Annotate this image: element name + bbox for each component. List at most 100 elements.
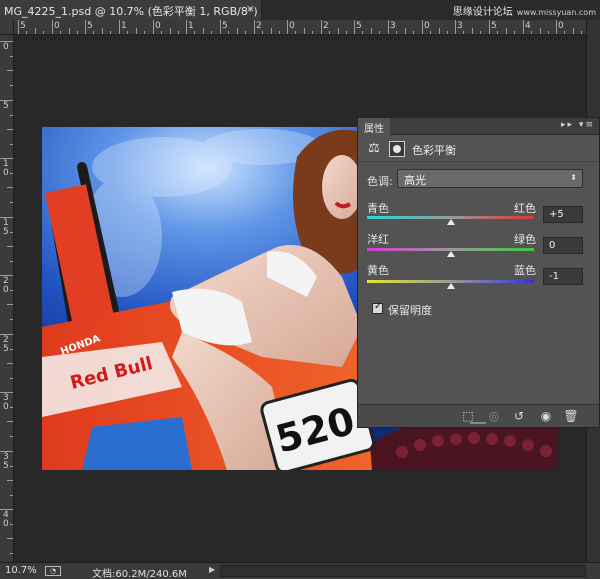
ruler-minor-tick <box>304 28 305 34</box>
ruler-tick <box>354 20 355 34</box>
ruler-minor-tick <box>10 349 13 350</box>
ruler-minor-tick <box>7 304 13 305</box>
ruler-tick <box>455 20 456 34</box>
slider-magenta-label: 洋红 <box>367 233 389 246</box>
ruler-label: 5 <box>356 21 362 31</box>
ruler-tick <box>523 20 524 34</box>
ruler-minor-tick <box>110 31 111 34</box>
ruler-minor-tick <box>10 56 13 57</box>
tab-properties[interactable]: 属性 <box>358 118 390 135</box>
ruler-minor-tick <box>10 202 13 203</box>
ruler-minor-tick <box>514 31 515 34</box>
ruler-label: 0 <box>558 21 564 31</box>
ruler-minor-tick <box>573 28 574 34</box>
ruler-minor-tick <box>127 31 128 34</box>
ruler-minor-tick <box>540 28 541 34</box>
visibility-icon[interactable]: ◉ <box>538 408 554 424</box>
ruler-minor-tick <box>262 31 263 34</box>
slider-green-label: 绿色 <box>514 233 536 246</box>
ruler-minor-tick <box>506 28 507 34</box>
ruler-minor-tick <box>480 31 481 34</box>
ruler-minor-tick <box>7 421 13 422</box>
ruler-minor-tick <box>144 31 145 34</box>
ruler-label: 0 <box>289 21 295 31</box>
ruler-minor-tick <box>10 85 13 86</box>
panel-header: 属性 ▸▸ ▾≡ <box>358 118 599 135</box>
cyan-red-value-input[interactable]: +5 <box>543 206 583 223</box>
document-tab[interactable]: MG_4225_1.psd @ 10.7% (色彩平衡 1, RGB/8*) *… <box>0 0 262 20</box>
reset-icon[interactable]: ↺ <box>511 408 527 424</box>
ruler-label: 15 <box>3 218 9 237</box>
ruler-left[interactable]: 0 5 10 15 20 25 30 35 40 <box>0 35 14 562</box>
ruler-label: 3 <box>390 21 396 31</box>
ruler-minor-tick <box>405 28 406 34</box>
tone-select[interactable]: 高光 ⬍ <box>397 169 583 188</box>
watermark-text: 思缘设计论坛 <box>452 7 513 18</box>
ruler-top[interactable]: 50510152025303540 <box>14 20 586 35</box>
ruler-label: 0 <box>424 21 430 31</box>
ruler-tick <box>388 20 389 34</box>
ruler-minor-tick <box>228 31 229 34</box>
yellow-blue-value-input[interactable]: -1 <box>543 268 583 285</box>
ruler-minor-tick <box>564 31 565 34</box>
ruler-label: 5 <box>491 21 497 31</box>
ruler-minor-tick <box>10 290 13 291</box>
ruler-minor-tick <box>10 466 13 467</box>
panel-resize-grip[interactable] <box>470 422 486 424</box>
slider-yellow-blue-thumb[interactable] <box>446 283 455 289</box>
ruler-minor-tick <box>35 28 36 34</box>
ruler-minor-tick <box>237 28 238 34</box>
slider-magenta-green-thumb[interactable] <box>446 251 455 257</box>
watermark-url: www.missyuan.com <box>516 8 596 17</box>
ruler-minor-tick <box>178 31 179 34</box>
ruler-minor-tick <box>60 31 61 34</box>
close-tab-icon[interactable]: × <box>246 2 255 15</box>
ruler-minor-tick <box>77 31 78 34</box>
ruler-minor-tick <box>10 232 13 233</box>
ruler-minor-tick <box>10 144 13 145</box>
ruler-tick <box>18 20 19 34</box>
layer-mask-icon[interactable] <box>389 141 405 157</box>
ruler-minor-tick <box>10 378 13 379</box>
slider-cyan-label: 青色 <box>367 202 389 215</box>
ruler-tick <box>85 20 86 34</box>
ruler-minor-tick <box>10 524 13 525</box>
horizontal-scrollbar[interactable] <box>220 565 586 577</box>
dropdown-arrow-icon: ⬍ <box>570 173 577 182</box>
balance-scale-icon[interactable]: ⚖ <box>366 141 382 157</box>
ruler-label: 2 <box>256 21 262 31</box>
ruler-minor-tick <box>430 31 431 34</box>
tone-selected-value: 高光 <box>404 174 426 187</box>
ruler-tick <box>422 20 423 34</box>
ruler-label: 5 <box>87 21 93 31</box>
slider-cyan-red-thumb[interactable] <box>446 219 455 225</box>
trash-icon[interactable]: 🗑 <box>563 408 579 424</box>
ruler-minor-tick <box>279 31 280 34</box>
ruler-minor-tick <box>194 31 195 34</box>
status-menu-arrow-icon[interactable]: ▶ <box>209 565 215 574</box>
ruler-minor-tick <box>7 363 13 364</box>
preserve-luminosity-checkbox[interactable] <box>372 301 383 314</box>
ruler-minor-tick <box>10 261 13 262</box>
zoom-level[interactable]: 10.7% <box>5 565 37 576</box>
ruler-tick <box>153 20 154 34</box>
ruler-minor-tick <box>346 31 347 34</box>
ruler-minor-tick <box>548 31 549 34</box>
ruler-minor-tick <box>379 31 380 34</box>
ruler-minor-tick <box>10 553 13 554</box>
ruler-tick <box>186 20 187 34</box>
ruler-minor-tick <box>396 31 397 34</box>
ruler-minor-tick <box>69 28 70 34</box>
ruler-corner[interactable] <box>0 20 14 35</box>
ruler-minor-tick <box>497 31 498 34</box>
ruler-minor-tick <box>10 495 13 496</box>
view-previous-icon[interactable]: ◎ <box>486 408 502 424</box>
ruler-tick <box>489 20 490 34</box>
ruler-label: 1 <box>188 21 194 31</box>
ruler-minor-tick <box>338 28 339 34</box>
zoom-preview-icon[interactable]: ◔ <box>45 566 61 576</box>
ruler-minor-tick <box>329 31 330 34</box>
panel-menu-icon[interactable]: ▸▸ ▾≡ <box>561 120 595 130</box>
magenta-green-value-input[interactable]: 0 <box>543 237 583 254</box>
document-tab-title: MG_4225_1.psd @ 10.7% (色彩平衡 1, RGB/8*) * <box>4 5 262 18</box>
